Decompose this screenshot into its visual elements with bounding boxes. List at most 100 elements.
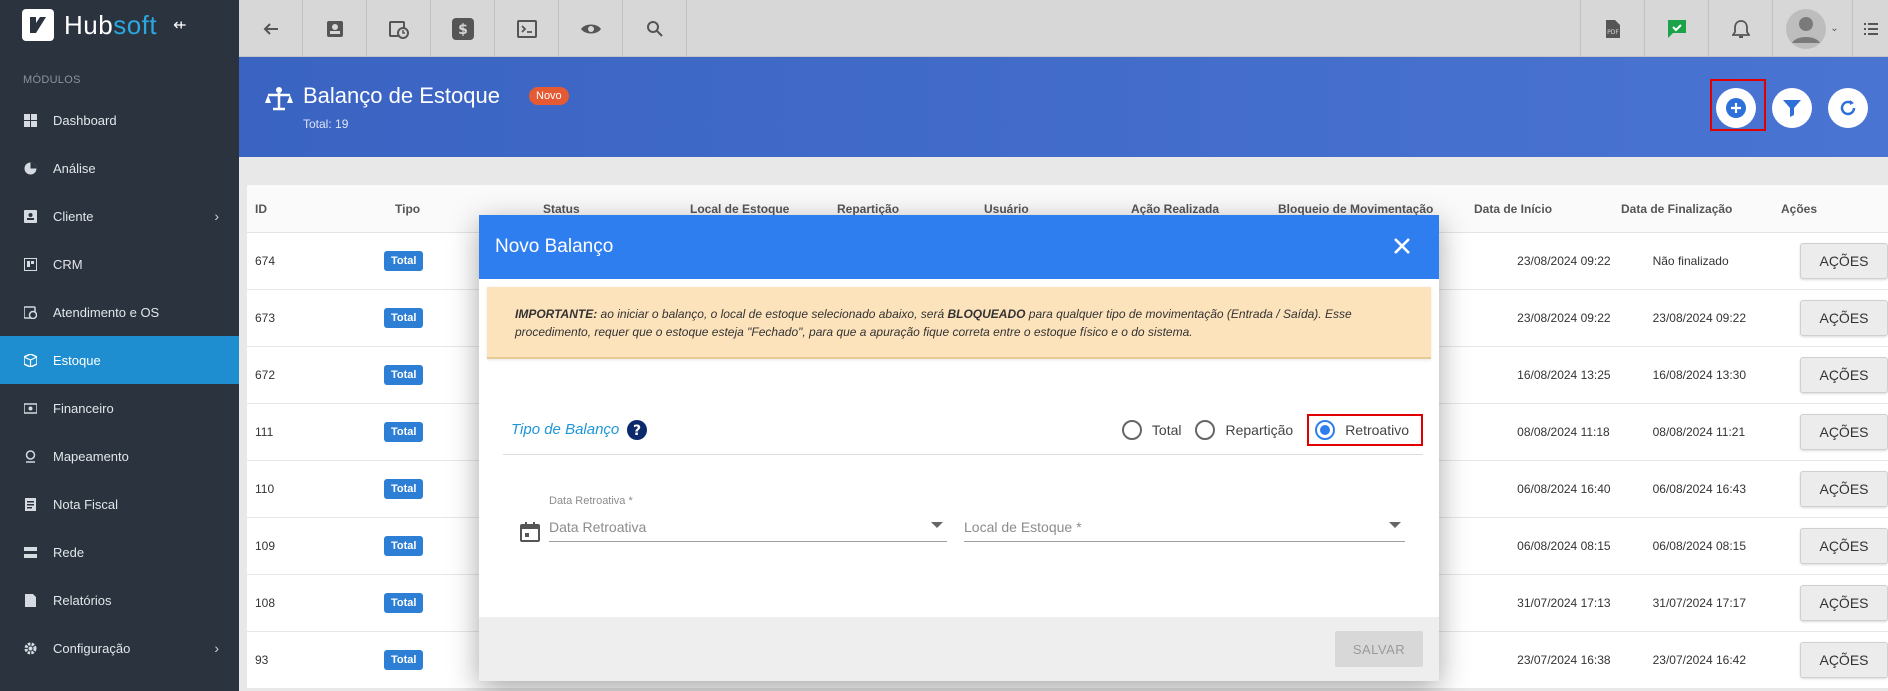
retroativo-highlight	[1307, 413, 1423, 446]
radio-circle	[1121, 419, 1142, 440]
sidebar-item-mapeamento[interactable]: Mapeamento	[0, 432, 239, 480]
close-icon[interactable]	[1391, 235, 1413, 257]
calendar-clock-icon	[23, 305, 37, 319]
sidebar-item-rede[interactable]: Rede	[0, 528, 239, 576]
retro-date-field[interactable]: Data Retroativa	[549, 512, 947, 542]
search-button[interactable]	[623, 0, 687, 57]
sidebar-item-configuracao[interactable]: Configuração ›	[0, 624, 239, 672]
type-badge: Total	[383, 251, 424, 271]
dialog-header: Novo Balanço	[479, 215, 1439, 279]
filter-button[interactable]	[1772, 88, 1812, 128]
row-end-date: Não finalizado	[1652, 254, 1729, 268]
arrow-left-icon	[263, 22, 278, 35]
sidebar-item-label: Mapeamento	[53, 448, 129, 464]
page-header: Balanço de Estoque Novo Total: 19	[239, 57, 1888, 157]
sidebar-item-label: Configuração	[53, 640, 131, 656]
row-end-date: 23/07/2024 16:42	[1652, 653, 1747, 667]
sidebar-item-atendimento[interactable]: Atendimento e OS	[0, 288, 239, 336]
col-usuario: Usuário	[984, 201, 1029, 216]
collapse-sidebar-icon[interactable]: ⇷	[173, 15, 186, 35]
actions-button[interactable]: AÇÕES	[1800, 300, 1888, 336]
col-status: Status	[543, 201, 580, 216]
notice-text-1: ao iniciar o balanço, o local de estoque…	[597, 307, 948, 321]
row-start-date: 31/07/2024 17:13	[1517, 596, 1611, 610]
brand[interactable]: Hubsoft ⇷	[0, 0, 239, 50]
svg-text:PDF: PDF	[1607, 29, 1619, 36]
calendar-icon[interactable]	[520, 522, 540, 542]
refresh-button[interactable]	[1828, 88, 1868, 128]
dialog-title: Novo Balanço	[495, 236, 614, 257]
chevron-right-icon: ›	[214, 208, 219, 224]
contacts-button[interactable]	[303, 0, 367, 57]
radio-total[interactable]: Total	[1121, 419, 1181, 440]
finance-button[interactable]: $	[431, 0, 495, 57]
actions-button[interactable]: AÇÕES	[1800, 642, 1888, 678]
row-start-date: 06/08/2024 08:15	[1517, 539, 1611, 553]
sidebar-item-crm[interactable]: CRM	[0, 240, 239, 288]
total-count: Total: 19	[303, 117, 349, 131]
balance-type-label: Tipo de Balanço	[511, 421, 620, 438]
sidebar-item-nota-fiscal[interactable]: Nota Fiscal	[0, 480, 239, 528]
eye-icon	[580, 24, 601, 33]
svg-text:$: $	[458, 22, 468, 38]
top-toolbar: $ PDF ⌄	[239, 0, 1888, 57]
row-start-date: 16/08/2024 13:25	[1517, 368, 1611, 382]
sidebar-item-estoque[interactable]: Estoque	[0, 336, 239, 384]
actions-button[interactable]: AÇÕES	[1800, 528, 1888, 564]
money-icon	[23, 401, 37, 415]
sidebar-item-label: CRM	[53, 256, 83, 272]
avatar	[1786, 8, 1827, 49]
actions-button[interactable]: AÇÕES	[1800, 357, 1888, 393]
stock-location-select[interactable]: Local de Estoque *	[964, 512, 1405, 542]
document-icon	[23, 497, 37, 511]
row-end-date: 23/08/2024 09:22	[1652, 311, 1747, 325]
hubsoft-logo-icon	[22, 9, 54, 41]
filter-icon	[1783, 100, 1801, 117]
row-id: 93	[255, 653, 269, 667]
sidebar-item-financeiro[interactable]: Financeiro	[0, 384, 239, 432]
actions-button[interactable]: AÇÕES	[1800, 585, 1888, 621]
row-id: 109	[255, 539, 276, 553]
user-menu-button[interactable]: ⌄	[1772, 0, 1852, 57]
view-button[interactable]	[559, 0, 623, 57]
actions-button[interactable]: AÇÕES	[1800, 243, 1888, 279]
stock-location-placeholder: Local de Estoque *	[964, 518, 1082, 535]
pdf-button[interactable]: PDF	[1580, 0, 1644, 57]
retro-date-placeholder: Data Retroativa	[549, 518, 647, 535]
row-start-date: 23/08/2024 09:22	[1517, 311, 1611, 325]
add-button-highlight	[1710, 79, 1766, 131]
radio-reparticao[interactable]: Repartição	[1195, 419, 1293, 440]
save-button[interactable]: SALVAR	[1335, 631, 1423, 667]
new-balance-dialog: Novo Balanço IMPORTANTE: ao iniciar o ba…	[479, 215, 1439, 681]
brand-name: Hubsoft	[64, 9, 158, 40]
pdf-file-icon: PDF	[1605, 19, 1620, 38]
sidebar-item-label: Nota Fiscal	[53, 496, 119, 512]
schedule-button[interactable]	[367, 0, 431, 57]
notifications-button[interactable]	[1708, 0, 1772, 57]
type-badge: Total	[383, 650, 424, 670]
server-icon	[23, 545, 37, 559]
sidebar-item-dashboard[interactable]: Dashboard	[0, 96, 239, 144]
balance-type-row: Tipo de Balanço ? Total Repartição Retro…	[503, 405, 1423, 455]
page-title: Balanço de Estoque	[303, 83, 500, 108]
radio-retroativo[interactable]: Retroativo	[1307, 413, 1423, 446]
chat-check-icon	[1667, 19, 1686, 38]
terminal-button[interactable]	[495, 0, 559, 57]
back-button[interactable]	[239, 0, 303, 57]
dropdown-caret-icon	[931, 522, 943, 528]
actions-button[interactable]: AÇÕES	[1800, 414, 1888, 450]
list-menu-button[interactable]	[1852, 0, 1888, 57]
actions-button[interactable]: AÇÕES	[1800, 471, 1888, 507]
row-id: 672	[255, 368, 276, 382]
balance-scale-icon	[265, 87, 293, 111]
sidebar-item-cliente[interactable]: Cliente ›	[0, 192, 239, 240]
radio-circle	[1195, 419, 1216, 440]
sidebar-item-relatorios[interactable]: Relatórios	[0, 576, 239, 624]
messages-button[interactable]	[1644, 0, 1708, 57]
col-bloqueio: Bloqueio de Movimentação	[1278, 201, 1434, 216]
dollar-icon: $	[451, 17, 474, 40]
sidebar-item-analise[interactable]: Análise	[0, 144, 239, 192]
type-badge: Total	[383, 308, 424, 328]
help-icon[interactable]: ?	[627, 419, 648, 440]
refresh-icon	[1840, 100, 1856, 116]
